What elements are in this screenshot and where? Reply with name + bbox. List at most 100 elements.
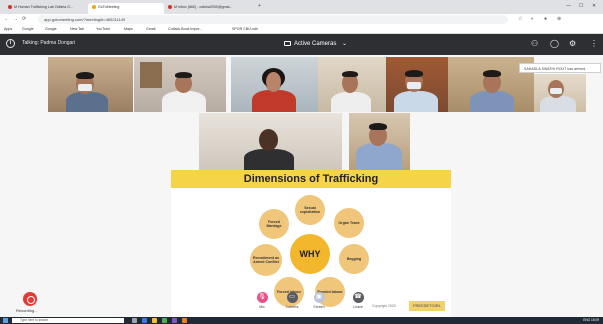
browser-tab-bar: M Human Trafficking Lab Odisha G... GoTo… (0, 0, 603, 14)
task-view-icon[interactable] (132, 318, 137, 323)
face-mask (550, 88, 562, 94)
participant-body (470, 91, 514, 112)
video-tile-4[interactable] (318, 57, 386, 112)
app-icon[interactable] (182, 318, 187, 323)
slide-brand-logo: FREESETGIRL (409, 301, 445, 311)
arrival-notification: SAHADLA SWATHI ROUT has arrived. (519, 63, 601, 73)
camera-icon: ▭ (286, 292, 298, 303)
slide-title: Dimensions of Trafficking (243, 173, 379, 185)
gotomeeting-icon (92, 5, 96, 10)
windows-start-icon[interactable] (3, 318, 8, 323)
node-recruitment-armed-conflict: Recruitment as Armed Conflict (250, 244, 282, 276)
node-forced-marriage: Forced Marriage (259, 209, 289, 239)
app-window: M Human Trafficking Lab Odisha G... GoTo… (0, 0, 603, 324)
tab-gotomeeting[interactable]: GoToMeeting (88, 3, 164, 14)
bookmark-gmail[interactable]: Gmail (146, 27, 155, 31)
screen-share-icon: ▣ (313, 292, 325, 303)
talking-label: Talking: Padma Dongari (22, 40, 76, 46)
video-tile-3[interactable] (231, 57, 318, 112)
slide-footnote: Copyright 2020 (372, 304, 396, 308)
settings-icon[interactable]: ⚙ (569, 39, 576, 48)
participant-hair (483, 70, 501, 77)
back-icon[interactable]: ← (4, 16, 9, 22)
participant-hair (76, 72, 94, 79)
camera-control[interactable]: ▭ Camera (279, 292, 305, 309)
node-begging: Begging (339, 244, 369, 274)
profile-icon[interactable]: ● (544, 16, 547, 22)
url-input[interactable]: app.gotomeeting.com/?meetingId=465211149 (38, 15, 508, 24)
minimize-button[interactable]: — (566, 3, 571, 9)
bookmark-google-2[interactable]: Google (45, 27, 57, 31)
system-clock: ENG 15:09 (583, 318, 599, 322)
gmail-icon (168, 5, 172, 10)
participant-hair (369, 123, 387, 130)
file-explorer-icon[interactable] (152, 318, 157, 323)
participant-body (331, 92, 371, 112)
video-tile-1[interactable] (48, 57, 133, 112)
screen-control[interactable]: ▣ Screen (307, 292, 331, 309)
participant-hair (342, 71, 358, 77)
recording-label: Recording... (16, 308, 38, 313)
chrome-icon[interactable] (162, 318, 167, 323)
participant-hair (405, 70, 423, 77)
bookmark-google[interactable]: Google (22, 27, 34, 31)
participant-hair (175, 72, 192, 78)
chat-icon[interactable]: ◯ (550, 39, 559, 48)
participant-body (244, 149, 294, 170)
info-icon[interactable]: i (6, 39, 15, 48)
tab-human-trafficking[interactable]: M Human Trafficking Lab Odisha G... (4, 3, 88, 14)
wall-frame (140, 62, 162, 88)
reload-icon[interactable]: ⟳ (22, 16, 26, 22)
participant-face-front (266, 72, 281, 91)
chrome-menu-icon[interactable]: ⊕ (557, 16, 561, 22)
meeting-top-bar: i Talking: Padma Dongari Active Cameras … (0, 34, 603, 55)
face-mask (78, 84, 92, 91)
participant-body (394, 91, 438, 112)
forward-icon[interactable]: → (13, 16, 18, 22)
participant-body (356, 143, 402, 170)
extension-icon[interactable]: ◐ (531, 16, 534, 22)
bookmark-apps[interactable]: Apps (4, 27, 12, 31)
bookmark-cuttack[interactable]: Cuttack Book Impor... (168, 27, 202, 31)
bookmark-youtube[interactable]: YouTube (96, 27, 110, 31)
video-tile-5[interactable] (386, 57, 448, 112)
mic-control[interactable]: 🎙 Mic (251, 292, 273, 309)
store-icon[interactable] (172, 318, 177, 323)
attendees-icon[interactable]: ⚇ (531, 39, 538, 48)
close-window-button[interactable]: ✕ (592, 3, 596, 9)
edge-icon[interactable] (142, 318, 147, 323)
video-tile-8[interactable] (199, 113, 342, 170)
video-tile-9[interactable] (349, 113, 410, 170)
video-tile-2[interactable] (134, 57, 226, 112)
more-options-icon[interactable]: ⋮ (590, 39, 598, 48)
participant-body (162, 91, 206, 112)
view-selector[interactable]: Active Cameras ⌄ (284, 40, 347, 47)
bookmark-spor[interactable]: SPOR CBU-nde (232, 27, 258, 31)
participant-body (66, 92, 108, 112)
taskbar-search-input[interactable]: Type here to search (12, 318, 124, 323)
video-tile-7[interactable] (534, 74, 586, 112)
windows-taskbar: Type here to search ENG 15:09 (0, 317, 603, 324)
bookmark-new-tab[interactable]: New Tab (70, 27, 84, 31)
chevron-down-icon: ⌄ (342, 41, 348, 47)
participant-body (252, 90, 296, 112)
address-bar-row: ← → ⟳ app.gotomeeting.com/?meetingId=465… (0, 14, 603, 25)
node-organ-trade: Organ Trade (334, 208, 364, 238)
center-node-why: WHY (290, 234, 330, 274)
record-button[interactable] (23, 292, 37, 306)
bookmarks-bar: Apps Google Google New Tab YouTube Maps … (0, 25, 603, 34)
face-mask (407, 82, 421, 89)
participant-face (259, 129, 278, 151)
leave-icon: ☎ (352, 292, 364, 303)
gmail-icon (8, 5, 12, 10)
node-sexual-exploitation: Sexual exploitation (295, 195, 325, 225)
microphone-icon: 🎙 (256, 292, 268, 303)
tab-inbox[interactable]: M Inbox (860) - odisha2000@gmai... (164, 3, 256, 14)
leave-control[interactable]: ☎ Leave (346, 292, 370, 309)
camera-view-icon (284, 40, 291, 46)
star-icon[interactable]: ☆ (518, 16, 522, 22)
bookmark-maps[interactable]: Maps (124, 27, 133, 31)
new-tab-button[interactable]: + (258, 3, 261, 9)
participant-body (540, 96, 576, 112)
maximize-button[interactable]: ☐ (579, 3, 583, 9)
